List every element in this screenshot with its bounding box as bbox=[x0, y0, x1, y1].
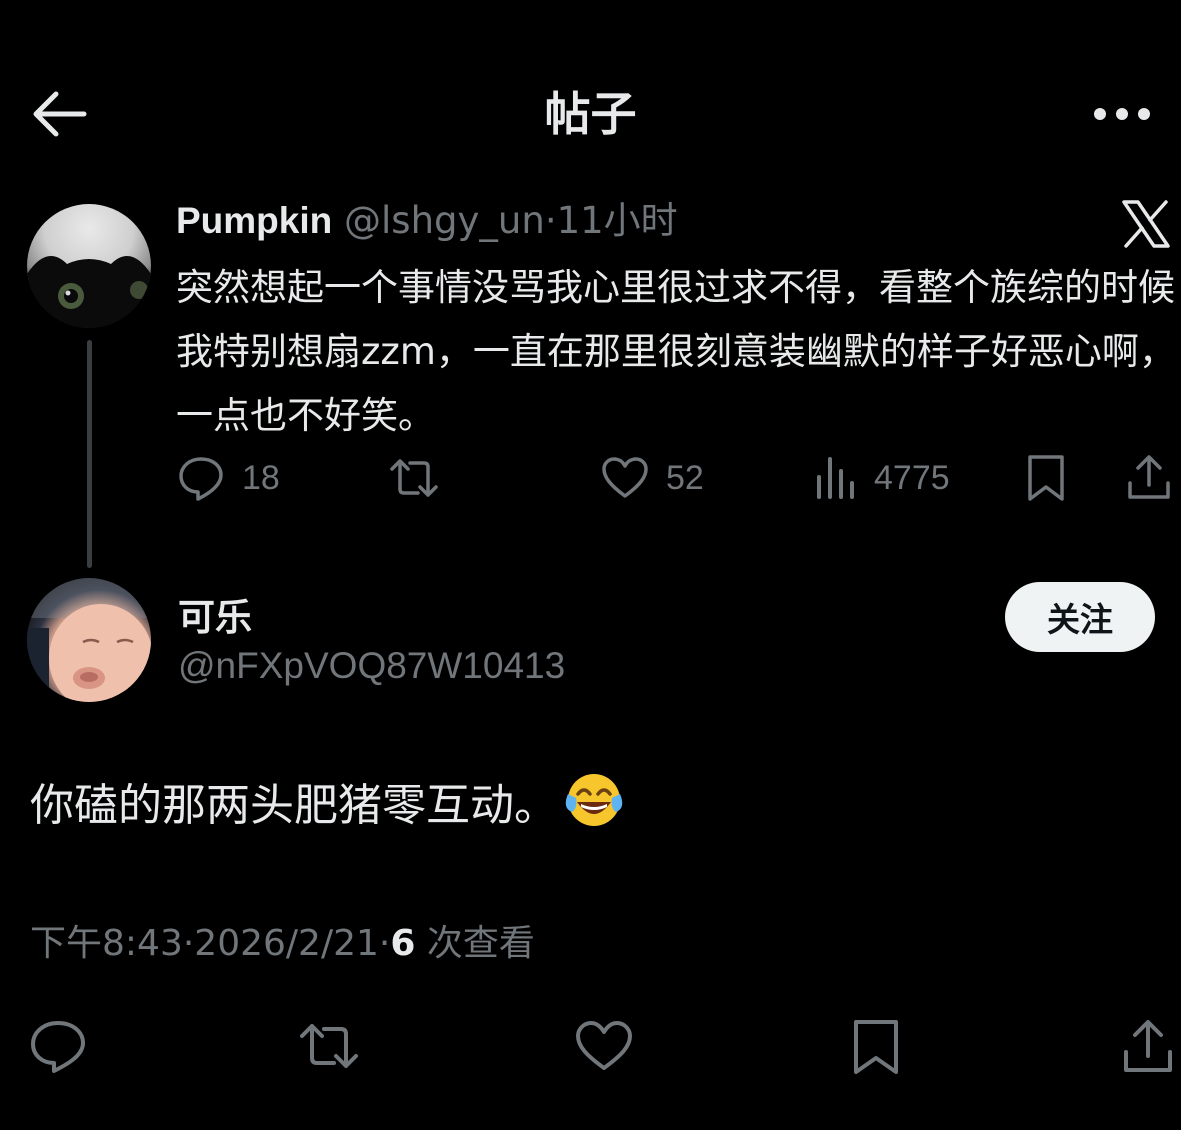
reply-text-content: 你磕的那两头肥猪零互动。 bbox=[30, 780, 558, 831]
repost-button[interactable] bbox=[386, 450, 442, 506]
bookmark-button[interactable] bbox=[850, 1018, 902, 1076]
share-icon bbox=[1128, 455, 1170, 499]
share-button[interactable] bbox=[1126, 450, 1172, 506]
baby-avatar-image bbox=[27, 578, 151, 702]
x-logo-icon bbox=[1120, 198, 1172, 250]
views-icon bbox=[817, 457, 854, 499]
like-count: 52 bbox=[666, 458, 704, 497]
follow-button[interactable]: 关注 bbox=[1005, 582, 1155, 652]
reply-tweet-text: 你磕的那两头肥猪零互动。 bbox=[30, 770, 624, 839]
page-title: 帖子 bbox=[544, 87, 637, 141]
parent-author-name[interactable]: Pumpkin bbox=[176, 200, 332, 241]
reply-icon bbox=[179, 457, 223, 501]
thread-connector-line bbox=[87, 340, 92, 568]
reply-time[interactable]: 下午8:43 bbox=[30, 923, 183, 964]
repost-icon bbox=[300, 1024, 358, 1068]
bookmark-icon bbox=[1028, 455, 1064, 501]
parent-tweet-text: 突然想起一个事情没骂我心里很过求不得，看整个族综的时候我特别想扇zzm，一直在那… bbox=[176, 266, 1176, 437]
timestamp-separator: · bbox=[378, 923, 391, 964]
like-button[interactable]: 52 bbox=[600, 450, 704, 506]
repost-icon bbox=[390, 459, 438, 497]
more-icon bbox=[1094, 108, 1150, 120]
reply-count: 18 bbox=[242, 458, 280, 497]
reply-author-handle[interactable]: @nFXpVOQ87W10413 bbox=[178, 642, 565, 690]
like-icon bbox=[576, 1021, 632, 1070]
share-button[interactable] bbox=[1122, 1018, 1174, 1076]
reply-author-avatar[interactable] bbox=[27, 578, 151, 702]
reply-view-count: 6 bbox=[390, 923, 416, 964]
parent-tweet-meta: Pumpkin @lshgy_un·11小时 bbox=[176, 196, 678, 246]
cat-avatar-image bbox=[27, 256, 151, 328]
reply-button[interactable]: 18 bbox=[176, 450, 280, 506]
parent-time-ago[interactable]: 11小时 bbox=[557, 199, 678, 242]
reply-actions-bar bbox=[0, 1018, 1181, 1078]
timestamp-separator: · bbox=[182, 923, 195, 964]
like-button[interactable] bbox=[574, 1018, 634, 1074]
bookmark-button[interactable] bbox=[1024, 450, 1068, 506]
parent-tweet-actions: 18 52 4775 bbox=[176, 450, 1176, 506]
reply-date[interactable]: 2026/2/21 bbox=[194, 923, 379, 964]
reply-view-label: 次查看 bbox=[426, 923, 535, 964]
parent-author-avatar[interactable] bbox=[27, 204, 151, 328]
bookmark-icon bbox=[854, 1020, 898, 1074]
reply-author-name[interactable]: 可乐 bbox=[178, 594, 252, 642]
views-button[interactable]: 4775 bbox=[814, 450, 950, 506]
meta-separator: · bbox=[544, 199, 557, 242]
parent-author-handle[interactable]: @lshgy_un bbox=[344, 199, 545, 242]
face-with-tears-of-joy-icon bbox=[564, 770, 624, 830]
reply-timestamp: 下午8:43·2026/2/21·6 次查看 bbox=[30, 918, 535, 970]
more-button[interactable] bbox=[1088, 96, 1156, 132]
reply-icon bbox=[31, 1021, 85, 1073]
repost-button[interactable] bbox=[296, 1018, 362, 1074]
reply-button[interactable] bbox=[28, 1018, 88, 1074]
share-icon bbox=[1124, 1020, 1172, 1072]
like-icon bbox=[602, 457, 648, 498]
views-count: 4775 bbox=[874, 458, 950, 497]
